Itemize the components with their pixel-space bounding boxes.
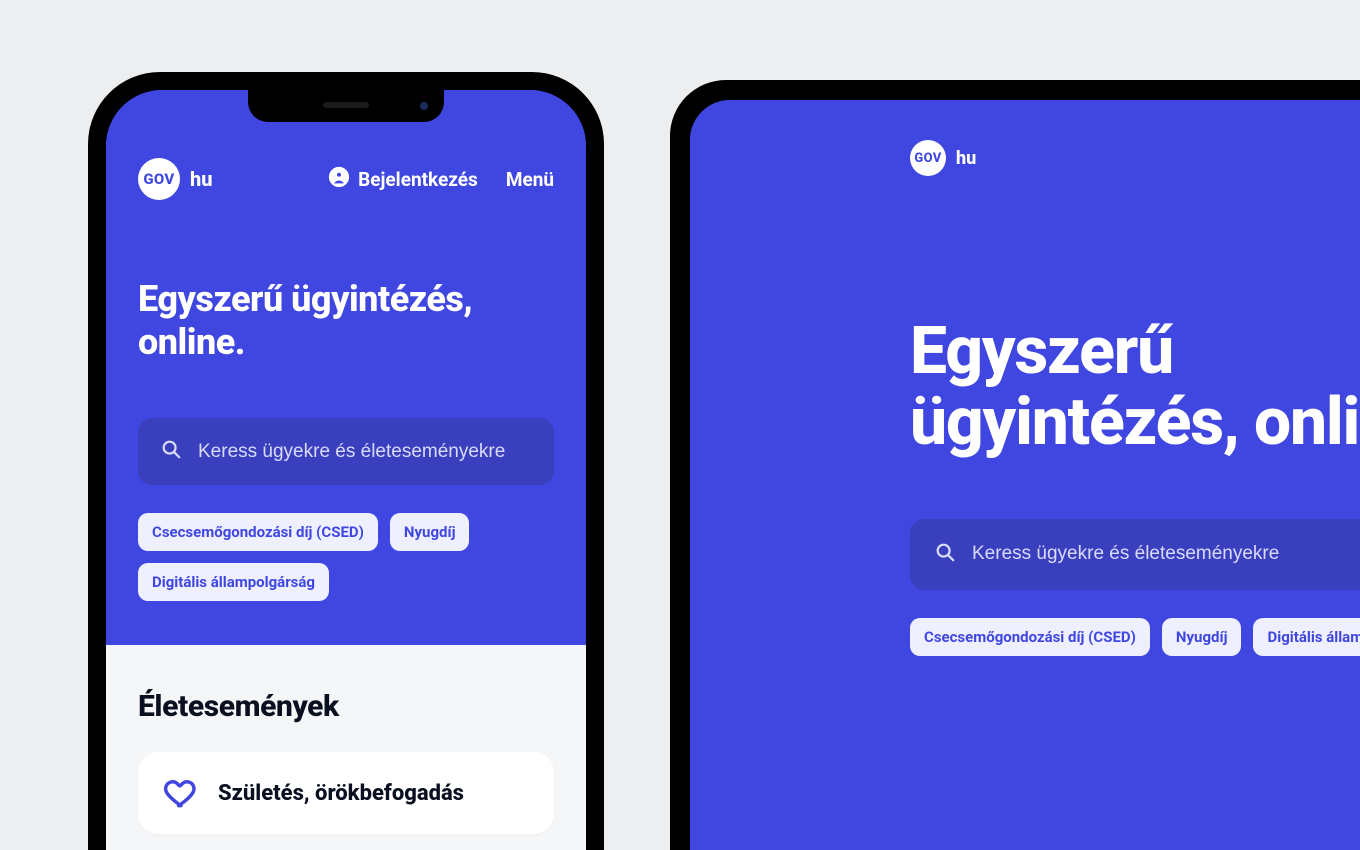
site-logo[interactable]: GOV hu [910,140,1360,176]
login-label: Bejelentkezés [358,168,478,191]
phone-device-frame: GOV hu Bejelentkez [88,72,604,850]
life-event-card[interactable]: Születés, örökbefogadás [138,752,554,834]
hero-title-line2: online. [138,321,245,363]
site-logo[interactable]: GOV hu [138,158,213,200]
chip-csed[interactable]: Csecsemőgondozási díj (CSED) [910,618,1150,656]
hero-title: Egyszerű ügyintézés, online. [910,316,1360,459]
logo-suffix: hu [956,148,976,169]
search-icon [160,438,182,465]
phone-hero: GOV hu Bejelentkez [106,90,586,645]
search-box[interactable] [138,418,554,485]
phone-screen: GOV hu Bejelentkez [106,90,586,850]
tablet-hero: GOV hu Egyszerű ügyintézés, online. Csec… [690,100,1360,716]
search-input[interactable] [972,543,1360,565]
heart-hands-icon [162,774,200,812]
tablet-device-frame: GOV hu Egyszerű ügyintézés, online. Csec… [670,80,1360,850]
chip-digitalis[interactable]: Digitális állam [1253,618,1360,656]
phone-topbar: GOV hu Bejelentkez [138,158,554,200]
logo-badge: GOV [910,140,946,176]
notch-camera-dot [420,102,428,110]
hero-title-line2: ügyintézés, online. [910,384,1360,461]
life-events-heading: Életesemények [138,689,554,724]
tablet-screen: GOV hu Egyszerű ügyintézés, online. Csec… [690,100,1360,850]
user-icon [328,166,350,193]
notch-speaker [323,102,369,108]
phone-lower-section: Életesemények Születés, örökbefogadás [106,645,586,850]
search-icon [934,541,956,568]
hero-title-line1: Egyszerű ügyintézés, [138,278,472,320]
logo-suffix: hu [190,167,213,191]
logo-badge: GOV [138,158,180,200]
chip-nyugdij[interactable]: Nyugdíj [390,513,470,551]
phone-notch [248,90,444,122]
hero-title-line1: Egyszerű [910,313,1173,390]
chip-csed[interactable]: Csecsemőgondozási díj (CSED) [138,513,378,551]
menu-label: Menü [506,168,554,191]
life-event-card-title: Születés, örökbefogadás [218,781,464,806]
search-box[interactable] [910,519,1360,590]
chip-nyugdij[interactable]: Nyugdíj [1162,618,1242,656]
hero-title: Egyszerű ügyintézés, online. [138,278,554,364]
menu-link[interactable]: Menü [506,168,554,191]
quick-chips: Csecsemőgondozási díj (CSED) Nyugdíj Dig… [138,513,554,601]
login-link[interactable]: Bejelentkezés [328,166,478,193]
quick-chips: Csecsemőgondozási díj (CSED) Nyugdíj Dig… [910,618,1360,656]
chip-digitalis[interactable]: Digitális állampolgárság [138,563,329,601]
search-input[interactable] [198,441,532,463]
